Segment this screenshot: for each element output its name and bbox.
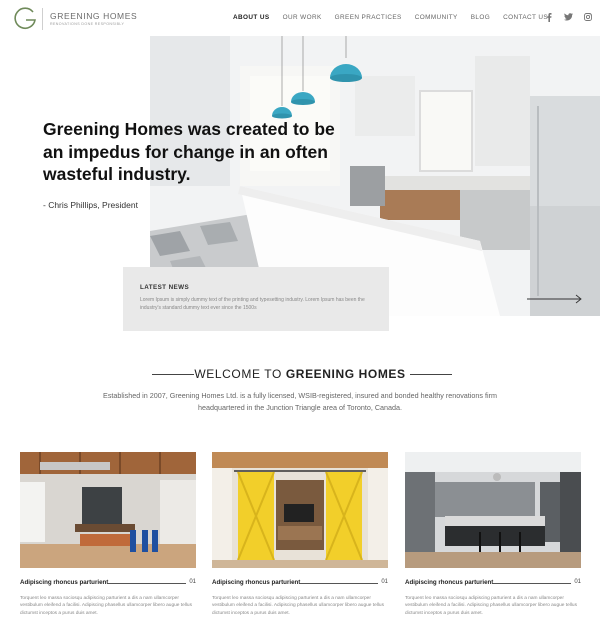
welcome-text: Established in 2007, Greening Homes Ltd.… [103, 391, 497, 412]
project-card-number: 01 [189, 579, 196, 585]
project-card-number: 01 [381, 579, 388, 585]
project-card-header: Adipiscing rhoncus parturient 01 [20, 579, 196, 589]
project-card-rule [300, 583, 378, 584]
instagram-icon[interactable] [584, 13, 592, 21]
brand-logo-icon[interactable] [12, 6, 38, 32]
hero-quote: Greening Homes was created to be an impe… [43, 119, 335, 184]
latest-news-title: LATEST NEWS [140, 284, 190, 291]
project-card-text: Torquent leo massa sociosqu adipiscing p… [212, 596, 384, 616]
project-card-title[interactable]: Adipiscing rhoncus parturient [212, 579, 300, 586]
latest-news-text: Lorem Ipsum is simply dummy text of the … [140, 297, 365, 311]
project-card-rule [493, 583, 571, 584]
welcome-title-strong: GREENING HOMES [285, 367, 406, 381]
welcome-heading-row: WELCOME TO GREENING HOMES [0, 365, 600, 383]
project-image-modern-kitchen[interactable] [405, 452, 581, 568]
welcome-line-right [410, 374, 452, 375]
nav-item-green-practices[interactable]: GREEN PRACTICES [335, 14, 402, 21]
arrow-right-icon[interactable] [527, 291, 583, 309]
project-card-text: Torquent leo massa sociosqu adipiscing p… [405, 596, 577, 616]
project-card-title[interactable]: Adipiscing rhoncus parturient [405, 579, 493, 586]
project-card-text: Torquent leo massa sociosqu adipiscing p… [20, 596, 192, 616]
nav-item-about-us[interactable]: ABOUT US [233, 14, 270, 21]
latest-news-box[interactable]: LATEST NEWS Lorem Ipsum is simply dummy … [123, 267, 389, 331]
brand-name[interactable]: GREENING HOMES [50, 11, 137, 21]
twitter-icon[interactable] [564, 13, 573, 21]
hero-quote-author: - Chris Phillips, President [43, 200, 138, 210]
nav-item-contact-us[interactable]: CONTACT US [503, 14, 548, 21]
project-card-number: 01 [574, 579, 581, 585]
logo-divider [42, 8, 43, 30]
welcome-title: WELCOME TO GREENING HOMES [0, 367, 600, 381]
project-card-header: Adipiscing rhoncus parturient 01 [405, 579, 581, 589]
nav-item-blog[interactable]: BLOG [471, 14, 490, 21]
site-header: GREENING HOMES RENOVATIONS DONE RESPONSI… [0, 0, 600, 36]
project-card-rule [108, 583, 186, 584]
brand-tagline: RENOVATIONS DONE RESPONSIBLY [50, 22, 125, 26]
project-image-barn-doors[interactable] [212, 452, 388, 568]
project-card-title[interactable]: Adipiscing rhoncus parturient [20, 579, 108, 586]
welcome-title-prefix: WELCOME TO [194, 367, 282, 381]
project-card-header: Adipiscing rhoncus parturient 01 [212, 579, 388, 589]
nav-item-our-work[interactable]: OUR WORK [283, 14, 322, 21]
nav-item-community[interactable]: COMMUNITY [415, 14, 458, 21]
project-image-loft[interactable] [20, 452, 196, 568]
facebook-icon[interactable] [546, 13, 552, 22]
main-nav: ABOUT US OUR WORK GREEN PRACTICES COMMUN… [233, 14, 561, 21]
